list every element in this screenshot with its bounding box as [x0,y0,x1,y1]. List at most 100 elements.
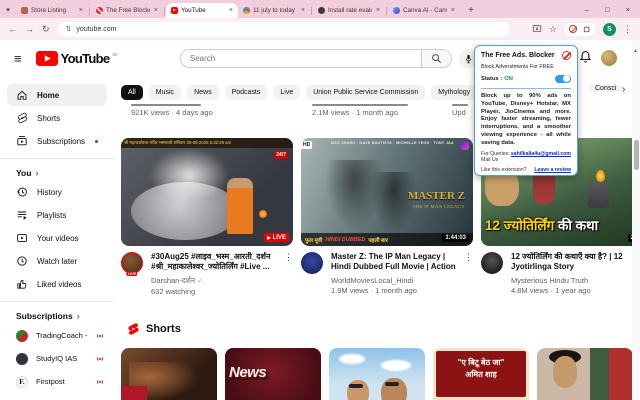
popup-footer-row: For Queries: Mail Us sahilkalia4u@gmail.… [481,151,571,163]
chip-podcasts[interactable]: Podcasts [224,85,268,100]
tab-google-doc[interactable]: 11 july to today how × [238,3,310,18]
scroll-up-icon[interactable]: ▲ [633,48,638,54]
short-thumbnail[interactable] [329,348,425,400]
adblocker-toolbar-icon[interactable] [569,25,577,33]
channel-avatar[interactable] [481,252,503,274]
hamburger-menu-icon[interactable]: ≡ [14,51,22,66]
new-tab-button[interactable]: + [468,5,474,16]
tab-close-icon[interactable]: × [153,7,158,14]
reload-button[interactable]: ↻ [42,24,50,35]
tab-close-icon[interactable]: × [228,7,233,14]
adblock-toggle[interactable] [555,74,571,83]
chip-music[interactable]: Music [148,85,182,100]
short-thumbnail[interactable]: News [225,348,321,400]
sidebar-item-watch-later[interactable]: Watch later [7,250,107,272]
youtube-logo[interactable]: YouTube IN [35,51,117,66]
notifications-bell[interactable] [579,50,592,64]
sidebar-item-playlists[interactable]: Playlists [7,204,107,226]
video-options-icon[interactable]: ⋮ [284,252,293,296]
tab-label: Canva AI - Canva [403,7,447,14]
email-link[interactable]: sahilkalia4u@gmail.com [511,151,571,157]
address-bar[interactable]: ⇅ youtube.com [57,21,510,37]
chip-live[interactable]: Live [273,85,301,100]
subscription-firstpost[interactable]: F. Firstpost [0,370,114,393]
thumbnail-art [149,148,229,203]
maximize-button[interactable]: □ [605,5,610,14]
chip-mythology[interactable]: Mythology [431,85,478,100]
install-app-icon[interactable] [532,24,542,34]
search-icon [432,54,441,63]
browser-profile-avatar[interactable]: S [603,22,616,36]
247-badge: 24/7 [274,151,288,159]
tab-free-blocker[interactable]: The Free Blocker - Ch × [91,3,163,18]
sidebar-item-label: Subscriptions [37,136,86,146]
tab-canva[interactable]: Canva AI - Canva × [388,3,460,18]
short-thumbnail[interactable] [121,348,217,400]
back-button[interactable]: ← [8,24,17,34]
channel-avatar: F. [16,375,28,388]
page-scrollbar[interactable]: ▲ [632,40,640,400]
chip-all[interactable]: All [121,85,143,100]
channel-avatar[interactable] [301,252,323,274]
video-title[interactable]: #30Aug25 #लाइव_भस्म_आरती_दर्शन #श्री_महा… [151,252,276,273]
scrollbar-thumb[interactable] [633,140,639,170]
tab-youtube-active[interactable]: YouTube × [166,3,238,18]
sidebar-item-your-videos[interactable]: Your videos [7,227,107,249]
close-window-button[interactable]: × [626,5,630,14]
thumbnail-art [385,382,399,386]
browser-menu-icon[interactable]: ⋮ [623,24,632,35]
tab-close-icon[interactable]: × [300,7,305,14]
tab-close-icon[interactable]: × [78,7,83,14]
search-button[interactable] [420,50,451,67]
sidebar-you-heading[interactable]: You › [0,165,114,181]
tab-separator [386,7,387,15]
sidebar-item-label: Playlists [37,210,67,220]
subscription-tradingcoach[interactable]: TradingCoach - S... [0,324,114,347]
sidebar-item-home[interactable]: Home [7,84,107,106]
video-thumbnail[interactable]: श्री महाकालेश्वर मंदिर भस्मारती शनिवार 3… [121,138,293,246]
chip-upsc[interactable]: Union Public Service Commission [306,85,426,100]
forward-button[interactable]: → [25,24,34,34]
thumbnail-art [553,356,577,388]
tab-store-listing[interactable]: Store Listing × [16,3,88,18]
sidebar-subscriptions-heading[interactable]: Subscriptions › [0,308,114,324]
sidebar-item-label: Liked videos [37,279,82,289]
extensions-puzzle-icon[interactable] [582,25,591,34]
video-options-icon[interactable]: ⋮ [464,252,473,295]
bookmark-star-icon[interactable]: ☆ [549,24,557,35]
home-icon [16,89,28,101]
chips-scroll-right-icon[interactable]: › [622,84,625,95]
channel-name[interactable]: Darshan-दर्शन ✓ [151,276,276,286]
youtube-profile-avatar[interactable] [601,50,617,66]
tab-close-icon[interactable]: × [450,7,455,14]
channel-avatar[interactable]: LIVE [121,252,143,276]
channel-name[interactable]: WorldMoviesLocal_Hindi [331,276,456,285]
sidebar-item-liked-videos[interactable]: Liked videos [7,273,107,295]
tab-close-icon[interactable]: × [375,7,380,14]
channel-name[interactable]: Mysterious Hindu Truth [511,276,636,285]
sidebar-item-subscriptions[interactable]: Subscriptions [7,130,107,152]
site-info-icon[interactable]: ⇅ [66,25,72,33]
video-title[interactable]: 12 ज्योतिर्लिंग की कथाएँ क्या है? | 12 J… [511,252,636,273]
hd-badge: HD [301,141,313,149]
search-input[interactable] [180,50,421,67]
chip-consciousness[interactable]: Consci [588,85,624,92]
leave-review-link[interactable]: Leave a review [534,167,571,173]
sidebar-item-shorts[interactable]: Shorts [7,107,107,129]
sidebar-item-label: Shorts [37,113,61,123]
avatar-live-tag: LIVE [126,272,138,276]
thumbnail-art [259,210,267,218]
sidebar-item-history[interactable]: History [7,181,107,203]
video-thumbnail[interactable]: MAX ZHANG · DAVE BAUTISTA · MICHELLE YEO… [301,138,473,246]
tab-search-icon[interactable]: ▾ [0,6,16,18]
adblocker-icon [562,51,571,60]
chip-news[interactable]: News [187,85,219,100]
video-title[interactable]: Master Z: The IP Man Legacy | Hindi Dubb… [331,252,456,273]
short-thumbnail[interactable] [537,348,633,400]
minimize-button[interactable]: – [585,5,589,14]
short-thumbnail[interactable]: "ए बिटू बेठ जा" अमित शाह [433,348,529,400]
status-row: Status : ON [481,74,571,83]
browser-toolbar: ← → ↻ ⇅ youtube.com ☆ S ⋮ [0,18,640,40]
tab-install-rate[interactable]: Install rate evaluation × [313,3,385,18]
subscription-studyiq[interactable]: StudyIQ IAS [0,347,114,370]
